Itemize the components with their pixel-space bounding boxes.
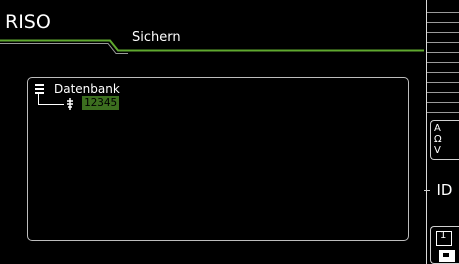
instrument-screen: RISO Sichern Datenbank 12345 A Ω V ID 1 [0,0,459,264]
divider-tick [427,112,459,113]
header-underline [0,39,424,54]
sidebar-divider [426,0,427,264]
tree-item-selected[interactable]: 12345 [82,96,120,110]
divider-tick [427,42,459,43]
divider-tick [427,32,459,33]
app-title: RISO [5,11,51,33]
main-area: RISO Sichern Datenbank 12345 [0,0,424,264]
database-panel: Datenbank 12345 [27,77,409,241]
unit-ampere-label: A [434,123,441,134]
divider-tick [427,12,459,13]
divider-tick [427,22,459,23]
divider-tick [427,92,459,93]
probe-icon [67,98,73,110]
unit-softkey[interactable]: A Ω V [430,120,459,160]
divider-tick [427,82,459,83]
unit-ohm-label: Ω [434,134,442,145]
divider-tick [427,52,459,53]
id-softkey[interactable]: ID [430,178,459,202]
tree-connector-line [38,94,64,105]
unit-volt-label: V [434,145,441,156]
divider-tick [427,102,459,103]
screen-subtitle: Sichern [132,30,181,45]
save-softkey[interactable]: 1 [430,226,459,264]
divider-tick [427,62,459,63]
memory-slot-label: 1 [440,230,447,241]
softkey-sidebar: A Ω V ID 1 [424,0,459,264]
database-tree-icon[interactable] [35,84,44,94]
divider-tick [427,72,459,73]
